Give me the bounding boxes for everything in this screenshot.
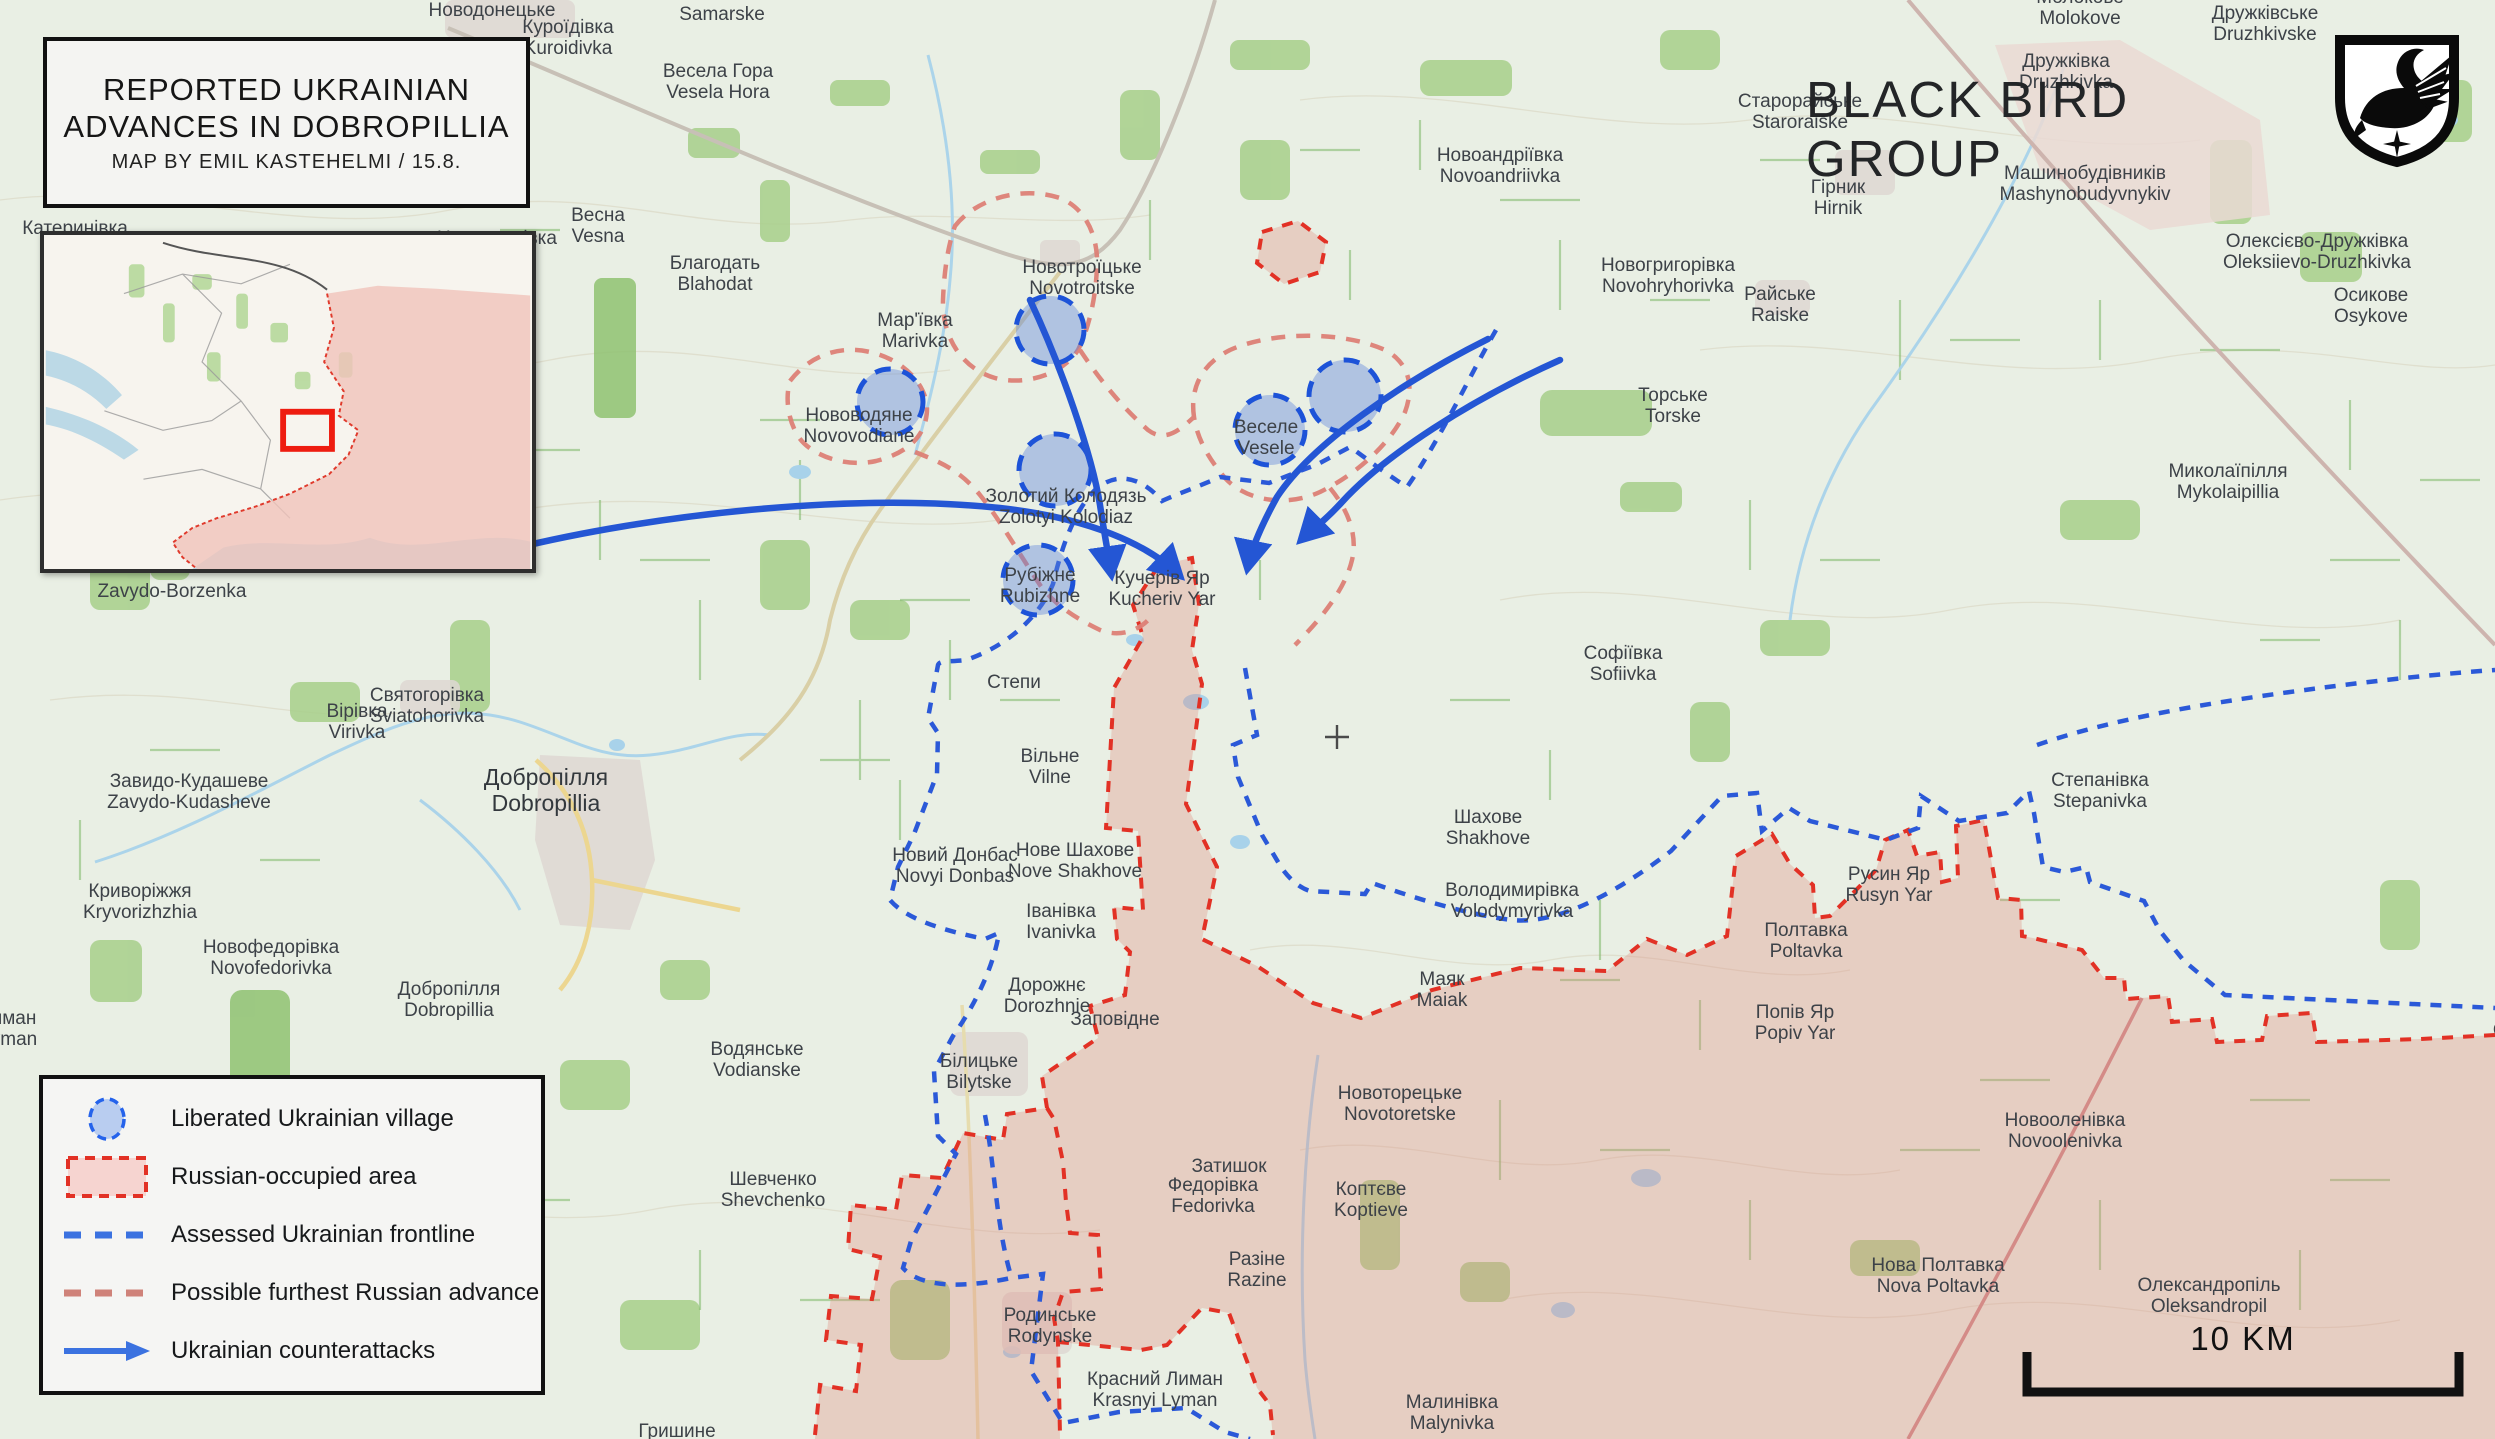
black-swan-shield-logo	[2332, 34, 2462, 168]
liberated-village-vesele	[1235, 395, 1305, 465]
ukrainian-frontline-dash-icon	[43, 1229, 171, 1241]
scale-bar: 10 KM	[2017, 1320, 2469, 1406]
inset-overview-map	[40, 231, 536, 573]
legend-label: Russian-occupied area	[171, 1163, 416, 1191]
map-subtitle: MAP BY EMIL KASTEHELMI / 15.8.	[112, 151, 462, 174]
title-box: REPORTED UKRAINIAN ADVANCES IN DOBROPILL…	[43, 37, 530, 208]
legend-item-occupied-area: Russian-occupied area	[43, 1155, 541, 1199]
legend-label: Assessed Ukrainian frontline	[171, 1221, 475, 1249]
liberated-village-rubizhne	[1003, 545, 1073, 615]
legend-label: Liberated Ukrainian village	[171, 1105, 454, 1133]
dobropillia-advance-map: НоводонецькеSamarskeКуроїдівкаKuroidivka…	[0, 0, 2495, 1439]
liberated-village-circle-icon	[43, 1094, 171, 1144]
russian-advance-dash-icon	[43, 1287, 171, 1299]
map-title-line2: ADVANCES IN DOBROPILLIA	[63, 108, 509, 145]
legend-label: Possible furthest Russian advance	[171, 1279, 539, 1307]
scale-bar-graphic	[2017, 1320, 2469, 1406]
liberated-village-zolotyi-kolodiaz	[1019, 434, 1091, 506]
legend-item-frontline: Assessed Ukrainian frontline	[43, 1213, 541, 1257]
legend-item-counterattacks: Ukrainian counterattacks	[43, 1329, 541, 1373]
legend-box: Liberated Ukrainian village Russian-occu…	[39, 1075, 545, 1395]
legend-item-russian-advance: Possible furthest Russian advance	[43, 1271, 541, 1315]
russian-occupied-area-icon	[43, 1152, 171, 1202]
liberated-village-unnamed	[1309, 360, 1381, 432]
map-title-line1: REPORTED UKRAINIAN	[103, 71, 470, 108]
counterattack-arrow-icon	[43, 1338, 171, 1364]
legend-label: Ukrainian counterattacks	[171, 1337, 435, 1365]
liberated-village-novovodiane	[857, 369, 923, 435]
inset-map-canvas	[44, 235, 532, 569]
legend-item-liberated-village: Liberated Ukrainian village	[43, 1097, 541, 1141]
brand-name: BLACK BIRD GROUP	[1806, 70, 2326, 188]
